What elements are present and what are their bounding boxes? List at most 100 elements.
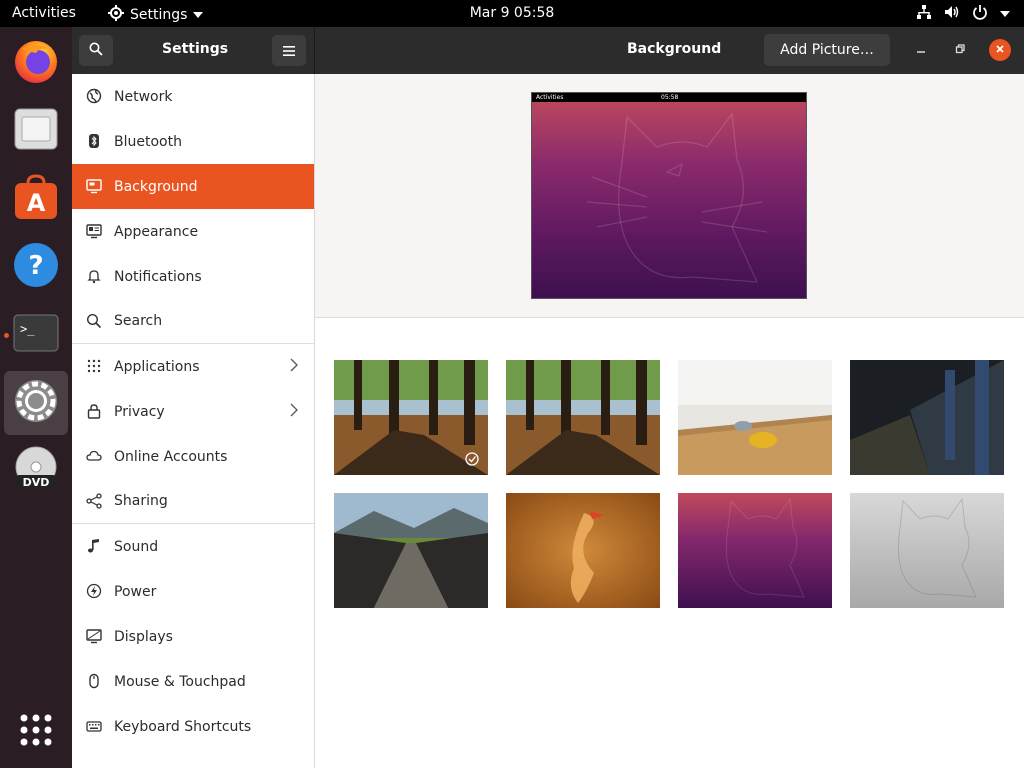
top-bar: Activities Settings Mar 9 05:58 <box>0 0 1024 27</box>
dock-firefox[interactable] <box>4 31 68 95</box>
sidebar-item-background[interactable]: Background <box>72 164 314 209</box>
network-icon <box>85 87 103 105</box>
bell-icon <box>85 267 103 285</box>
dock-help[interactable]: ? <box>4 235 68 299</box>
lock-icon <box>85 402 103 420</box>
applications-icon <box>85 357 103 375</box>
minimize-icon <box>916 43 926 57</box>
shuffleboard-wallpaper[interactable] <box>678 360 832 475</box>
sidebar-item-sound[interactable]: Sound <box>72 524 314 569</box>
app-menu[interactable]: Settings <box>108 5 204 25</box>
dock-settings[interactable] <box>4 371 68 435</box>
restore-icon <box>955 43 965 57</box>
sidebar-item-label: Online Accounts <box>114 448 228 465</box>
minimize-button[interactable] <box>910 39 932 61</box>
bluetooth-icon <box>85 132 103 150</box>
software-icon: A <box>12 173 60 225</box>
dvd-icon: DVD <box>12 445 60 497</box>
sidebar-item-keyboard-shortcuts[interactable]: Keyboard Shortcuts <box>72 704 314 749</box>
dock-dvd[interactable]: DVD <box>4 439 68 503</box>
sidebar-item-notifications[interactable]: Notifications <box>72 254 314 299</box>
display-icon <box>85 627 103 645</box>
purple-cat-wallpaper[interactable] <box>678 493 832 608</box>
sidebar-item-bluetooth[interactable]: Bluetooth <box>72 119 314 164</box>
sidebar-item-network[interactable]: Network <box>72 74 314 119</box>
close-icon <box>995 43 1005 58</box>
clock[interactable]: Mar 9 05:58 <box>470 5 555 21</box>
preview-activities: Activities <box>536 94 564 101</box>
settings-window: Settings Background Add Picture… Network… <box>72 27 1024 768</box>
settings-icon <box>12 377 60 429</box>
sidebar-item-label: Displays <box>114 628 173 645</box>
mouse-icon <box>85 672 103 690</box>
dock-files[interactable] <box>4 99 68 163</box>
activities-button[interactable]: Activities <box>12 5 76 21</box>
page-title: Background <box>627 41 722 57</box>
main-menu-button[interactable] <box>272 35 306 66</box>
forest-wallpaper[interactable] <box>334 360 488 475</box>
cloud-icon <box>85 447 103 465</box>
sidebar-item-label: Sharing <box>114 493 168 509</box>
sidebar-item-label: Privacy <box>114 403 165 420</box>
chevron-right-icon <box>290 358 298 376</box>
sidebar-header: Settings <box>72 27 315 74</box>
network-wired-icon <box>916 4 932 24</box>
grey-cat-wallpaper[interactable] <box>850 493 1004 608</box>
chevron-down-icon <box>193 12 204 18</box>
forest-wallpaper-2[interactable] <box>506 360 660 475</box>
dock-software[interactable]: A <box>4 167 68 231</box>
dock-terminal[interactable]: >_ <box>4 303 68 367</box>
sidebar-item-search[interactable]: Search <box>72 299 314 344</box>
svg-text:?: ? <box>28 251 43 281</box>
chevron-down-icon <box>1000 11 1010 17</box>
sidebar-title: Settings <box>162 41 229 57</box>
background-panel: Activities 05:58 <box>315 74 1024 768</box>
subway-wallpaper[interactable] <box>850 360 1004 475</box>
power-icon <box>972 4 988 24</box>
cat-outline-icon <box>586 112 768 283</box>
search-icon <box>85 312 103 330</box>
sidebar-item-label: Search <box>114 313 163 329</box>
sidebar-item-label: Keyboard Shortcuts <box>114 718 252 735</box>
dock-show-apps[interactable] <box>4 700 68 764</box>
files-icon <box>12 105 60 157</box>
sidebar-item-power[interactable]: Power <box>72 569 314 614</box>
preview-area: Activities 05:58 <box>315 74 1024 318</box>
orange-bird-wallpaper[interactable] <box>506 493 660 608</box>
power-icon <box>85 582 103 600</box>
system-menu[interactable] <box>916 4 1010 24</box>
sidebar-item-label: Background <box>114 178 198 195</box>
sidebar-item-label: Appearance <box>114 223 199 240</box>
close-button[interactable] <box>989 39 1011 61</box>
sidebar-item-label: Power <box>114 583 157 600</box>
sidebar-item-privacy[interactable]: Privacy <box>72 389 314 434</box>
sidebar-item-displays[interactable]: Displays <box>72 614 314 659</box>
sidebar-item-mouse-touchpad[interactable]: Mouse & Touchpad <box>72 659 314 704</box>
sidebar-item-label: Network <box>114 88 173 105</box>
app-grid-icon <box>19 713 53 751</box>
sidebar-item-label: Sound <box>114 538 159 555</box>
app-menu-label: Settings <box>130 7 188 23</box>
appearance-icon <box>85 222 103 240</box>
search-icon <box>89 41 103 60</box>
keyboard-icon <box>85 717 103 735</box>
sidebar-item-online-accounts[interactable]: Online Accounts <box>72 434 314 479</box>
bridge-wallpaper[interactable] <box>334 493 488 608</box>
sidebar-item-applications[interactable]: Applications <box>72 344 314 389</box>
add-picture-button[interactable]: Add Picture… <box>764 34 890 66</box>
music-note-icon <box>85 537 103 555</box>
chevron-right-icon <box>290 403 298 421</box>
maximize-button[interactable] <box>949 39 971 61</box>
search-button[interactable] <box>79 35 113 66</box>
svg-text:A: A <box>27 189 46 217</box>
sidebar-item-label: Notifications <box>114 268 202 285</box>
firefox-icon <box>12 37 60 89</box>
sidebar-item-label: Mouse & Touchpad <box>114 673 246 690</box>
sidebar-item-appearance[interactable]: Appearance <box>72 209 314 254</box>
share-icon <box>85 492 103 510</box>
svg-text:>_: >_ <box>20 322 35 336</box>
help-icon: ? <box>12 241 60 293</box>
sidebar-item-sharing[interactable]: Sharing <box>72 479 314 524</box>
background-icon <box>85 177 103 195</box>
hamburger-icon <box>283 41 295 60</box>
